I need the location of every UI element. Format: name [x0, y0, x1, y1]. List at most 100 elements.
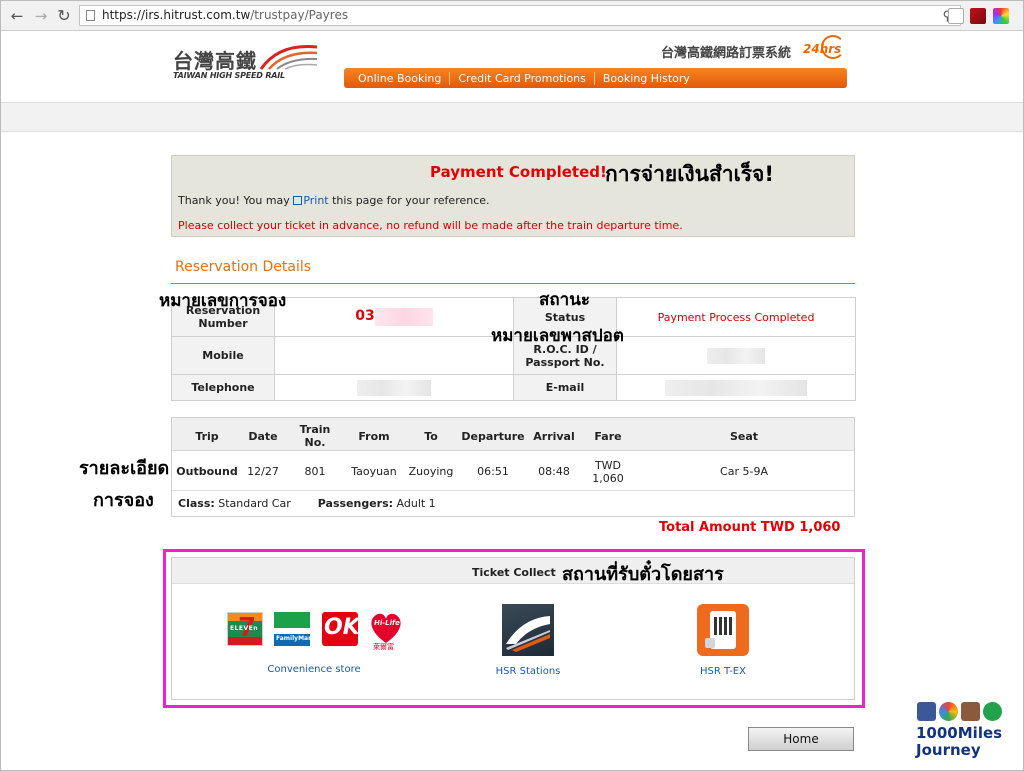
- watermark-line-1: 1000Miles: [916, 724, 1003, 742]
- thai-details-line-2: การจอง: [93, 490, 154, 511]
- familymart-text: FamilyMart: [276, 635, 314, 642]
- hsr-stations-link[interactable]: HSR Stations: [496, 666, 561, 677]
- hilife-zh-text: 萊爾富: [373, 643, 394, 651]
- thanks-text: Thank you! You may Print this page for y…: [178, 194, 490, 207]
- fare-amount: 1,060: [592, 472, 624, 485]
- trip-table-header: Trip Date Train No. From To Departure Ar…: [172, 418, 854, 451]
- header-trip: Trip: [195, 430, 219, 443]
- label-mobile: Mobile: [171, 336, 275, 375]
- thanks-after: this page for your reference.: [328, 194, 490, 207]
- redacted-telephone: [357, 379, 431, 396]
- ok-mart-logo[interactable]: OK: [322, 612, 360, 646]
- fare-currency: TWD: [594, 459, 622, 472]
- header-from: From: [358, 430, 390, 443]
- page-icon: [86, 10, 95, 21]
- thai-details-line-1: รายละเอียด: [79, 458, 170, 479]
- email-value: [616, 374, 856, 401]
- familymart-logo[interactable]: FamilyMart: [274, 612, 314, 646]
- nav-credit-card-promotions[interactable]: Credit Card Promotions: [450, 71, 595, 85]
- seat-value: Car 5-9A: [720, 465, 768, 478]
- roc-id-value: [616, 336, 856, 375]
- header-seat: Seat: [729, 430, 759, 443]
- page-frame: ← → ↻ https://irs.hitrust.com.tw/trustpa…: [0, 0, 1024, 771]
- instagram-icon[interactable]: [961, 702, 980, 721]
- sub-header-bar: [1, 102, 1023, 132]
- thai-passport: หมายเลขพาสปอต: [491, 326, 624, 346]
- train-value: 801: [304, 465, 326, 478]
- logo-chinese: 台灣高鐵: [173, 49, 257, 73]
- departure-value: 06:51: [477, 465, 509, 478]
- class-label: Class:: [178, 497, 215, 510]
- from-value: Taoyuan: [351, 465, 397, 478]
- trip-table: Trip Date Train No. From To Departure Ar…: [171, 417, 855, 517]
- passengers-label: Passengers:: [317, 497, 394, 510]
- trip-value: Outbound: [176, 465, 238, 478]
- star-icon[interactable]: [948, 8, 964, 24]
- payment-completed-title: Payment Completed!: [430, 163, 607, 181]
- redacted-id: [707, 347, 765, 364]
- top-navigation: Online Booking Credit Card Promotions Bo…: [344, 68, 847, 88]
- redacted-email: [665, 379, 807, 396]
- color-extension-icon[interactable]: [993, 8, 1009, 24]
- chrome-icon[interactable]: [939, 702, 958, 721]
- date-value: 12/27: [247, 465, 279, 478]
- logo-english: TAIWAN HIGH SPEED RAIL: [173, 71, 285, 80]
- header-departure: Departure: [461, 430, 525, 443]
- hsr-tex-icon[interactable]: [697, 604, 749, 656]
- refund-warning: Please collect your ticket in advance, n…: [178, 219, 683, 232]
- hilife-text: Hi-Life: [374, 619, 400, 627]
- print-link[interactable]: Print: [303, 194, 328, 207]
- redacted-number: [374, 308, 433, 326]
- status-value: Payment Process Completed: [616, 297, 856, 337]
- header-train-no: Train No.: [299, 423, 331, 449]
- url-path: /trustpay/Payres: [250, 8, 349, 22]
- section-divider: [171, 283, 855, 284]
- hilife-logo[interactable]: Hi-Life 萊爾富: [368, 610, 404, 651]
- forward-arrow-icon[interactable]: →: [31, 6, 51, 26]
- hsr-tex-link[interactable]: HSR T-EX: [700, 666, 746, 677]
- extension-icon[interactable]: [970, 8, 986, 24]
- row-divider: [172, 490, 854, 491]
- thai-status: สถานะ: [539, 290, 590, 310]
- class-line: Class: Standard Car Passengers: Adult 1: [178, 497, 436, 510]
- total-amount: Total Amount TWD 1,060: [659, 520, 841, 535]
- seven-eleven-logo[interactable]: 7 ELEVEn: [227, 612, 263, 646]
- hsr-swoosh-icon: [259, 44, 318, 70]
- label-telephone: Telephone: [171, 374, 275, 401]
- mobile-value: [274, 336, 514, 375]
- thai-reservation-number: หมายเลขการจอง: [159, 291, 287, 311]
- facebook-icon[interactable]: [917, 702, 936, 721]
- nav-online-booking[interactable]: Online Booking: [350, 71, 451, 85]
- header-date: Date: [248, 430, 278, 443]
- arrival-value: 08:48: [538, 465, 570, 478]
- telephone-value: [274, 374, 514, 401]
- header-arrival: Arrival: [533, 430, 575, 443]
- class-value: Standard Car: [218, 497, 291, 510]
- print-icon[interactable]: [293, 196, 303, 205]
- reservation-number-prefix: 03: [355, 308, 375, 324]
- email-icon[interactable]: [983, 702, 1002, 721]
- thai-ticket-collect: สถานที่รับตั๋วโดยสาร: [562, 564, 724, 585]
- home-button[interactable]: Home: [748, 727, 854, 751]
- ok-text: OK: [324, 615, 360, 640]
- thai-payment-caption: การจ่ายเงินสำเร็จ!: [605, 162, 774, 186]
- hsr-station-icon[interactable]: [502, 604, 554, 656]
- ticket-collect-header: Ticket Collect สถานที่รับตั๋วโดยสาร: [172, 558, 854, 585]
- label-email: E-mail: [513, 374, 617, 401]
- ticket-collect-title: Ticket Collect: [472, 566, 556, 579]
- convenience-store-link[interactable]: Convenience store: [267, 664, 360, 675]
- hsr-logo[interactable]: 台灣高鐵 TAIWAN HIGH SPEED RAIL: [173, 41, 323, 81]
- reload-icon[interactable]: ↻: [54, 6, 74, 26]
- header-fare: Fare: [594, 430, 622, 443]
- payment-completed-panel: Payment Completed! การจ่ายเงินสำเร็จ! Th…: [171, 155, 855, 237]
- clock-icon: [821, 35, 845, 59]
- back-arrow-icon[interactable]: ←: [7, 6, 27, 26]
- thanks-before: Thank you! You may: [178, 194, 294, 207]
- nav-booking-history[interactable]: Booking History: [595, 72, 698, 85]
- ticket-collect-panel: Ticket Collect สถานที่รับตั๋วโดยสาร 7 EL…: [171, 557, 855, 700]
- header-to: To: [424, 430, 438, 443]
- watermark-line-2: Journey: [916, 741, 981, 759]
- address-bar[interactable]: https://irs.hitrust.com.tw/trustpay/Payr…: [79, 5, 961, 26]
- reservation-details-title: Reservation Details: [175, 259, 312, 275]
- url-host: https://irs.hitrust.com.tw: [102, 8, 251, 22]
